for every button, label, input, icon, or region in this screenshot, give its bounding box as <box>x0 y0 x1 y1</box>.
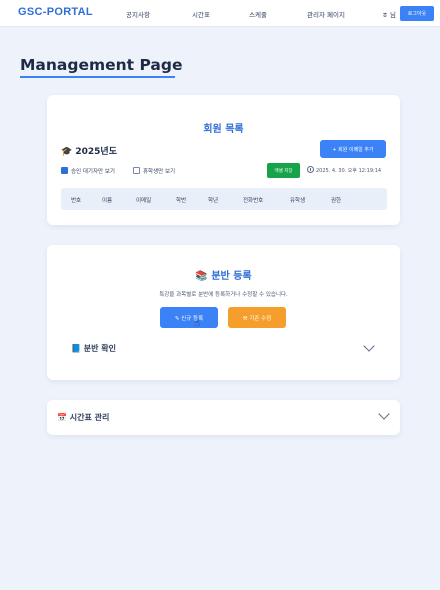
column-header-grade[interactable]: 학년 <box>208 196 218 204</box>
logout-button[interactable]: 로그아웃 <box>400 6 434 21</box>
column-header-phone[interactable]: 전화번호 <box>243 196 263 204</box>
graduation-cap-icon: 🎓 <box>61 147 73 157</box>
column-header-role[interactable]: 권한 <box>331 196 341 204</box>
nav-link-notice[interactable]: 공지사항 <box>126 9 150 19</box>
chevron-down-icon[interactable] <box>378 408 390 420</box>
column-header-email[interactable]: 이메일 <box>136 196 151 204</box>
brand-logo[interactable]: GSC-PORTAL <box>18 6 93 18</box>
edit-existing-button[interactable]: ⚒ 기존 수정 <box>228 307 286 328</box>
member-list-card: 회원 목록 🎓 2025년도 + 회원 이메일 추가 승인 대기자만 보기 휴학… <box>47 95 400 225</box>
chevron-down-icon[interactable] <box>363 340 375 352</box>
pending-only-label: 승인 대기자만 보기 <box>71 169 115 175</box>
on-leave-only-label: 휴학생만 보기 <box>143 169 176 175</box>
hand-cursor-icon: ☝ <box>194 318 201 329</box>
user-name: ㅎ 님 <box>382 11 397 19</box>
member-table-header: 번호 이름 이메일 학번 학년 전화번호 유학생 권한 <box>61 188 387 210</box>
class-register-description: 특강을 과목별로 분반에 등록하거나 수정할 수 있습니다. <box>159 292 288 298</box>
nav-link-admin[interactable]: 관리자 페이지 <box>307 9 345 19</box>
add-member-email-button[interactable]: + 회원 이메일 추가 <box>320 140 386 158</box>
new-register-button[interactable]: ✎ 신규 등록 <box>160 307 218 328</box>
class-confirm-toggle[interactable]: 📘 분반 확인 <box>71 343 116 354</box>
clock-icon <box>307 166 314 173</box>
column-header-name[interactable]: 이름 <box>102 196 112 204</box>
books-icon: 📚 <box>195 271 208 282</box>
class-confirm-label: 분반 확인 <box>83 344 116 353</box>
year-text: 2025년도 <box>75 147 117 157</box>
class-register-card: 📚 분반 등록 특강을 과목별로 분반에 등록하거나 수정할 수 있습니다. ✎… <box>47 245 400 380</box>
class-register-heading: 📚 분반 등록 <box>47 267 400 282</box>
calendar-icon: 📅 <box>57 413 67 422</box>
last-updated-timestamp: 2025. 4. 30. 오후 12:19:14 <box>316 168 382 174</box>
nav-link-schedule[interactable]: 스케줄 <box>249 9 267 19</box>
timetable-toggle[interactable]: 📅 시간표 관리 <box>57 412 109 423</box>
column-header-number[interactable]: 번호 <box>71 196 81 204</box>
excel-save-button[interactable]: 엑셀 저장 <box>267 163 300 178</box>
year-label: 🎓 2025년도 <box>61 144 117 157</box>
title-underline <box>20 76 175 78</box>
class-register-title: 분반 등록 <box>211 271 252 282</box>
blue-book-icon: 📘 <box>71 344 81 353</box>
column-header-international[interactable]: 유학생 <box>290 196 305 204</box>
top-navbar: GSC-PORTAL 공지사항 시간표 스케줄 관리자 페이지 ㅎ 님 로그아웃 <box>0 0 440 27</box>
timetable-card: 📅 시간표 관리 <box>47 400 400 435</box>
nav-link-timetable[interactable]: 시간표 <box>192 9 210 19</box>
column-header-student-id[interactable]: 학번 <box>176 196 186 204</box>
timetable-label: 시간표 관리 <box>69 413 110 422</box>
member-list-heading: 회원 목록 <box>203 124 244 135</box>
page-title: Management Page <box>20 56 183 74</box>
on-leave-only-checkbox[interactable] <box>133 167 140 174</box>
pending-only-checkbox[interactable] <box>61 167 68 174</box>
